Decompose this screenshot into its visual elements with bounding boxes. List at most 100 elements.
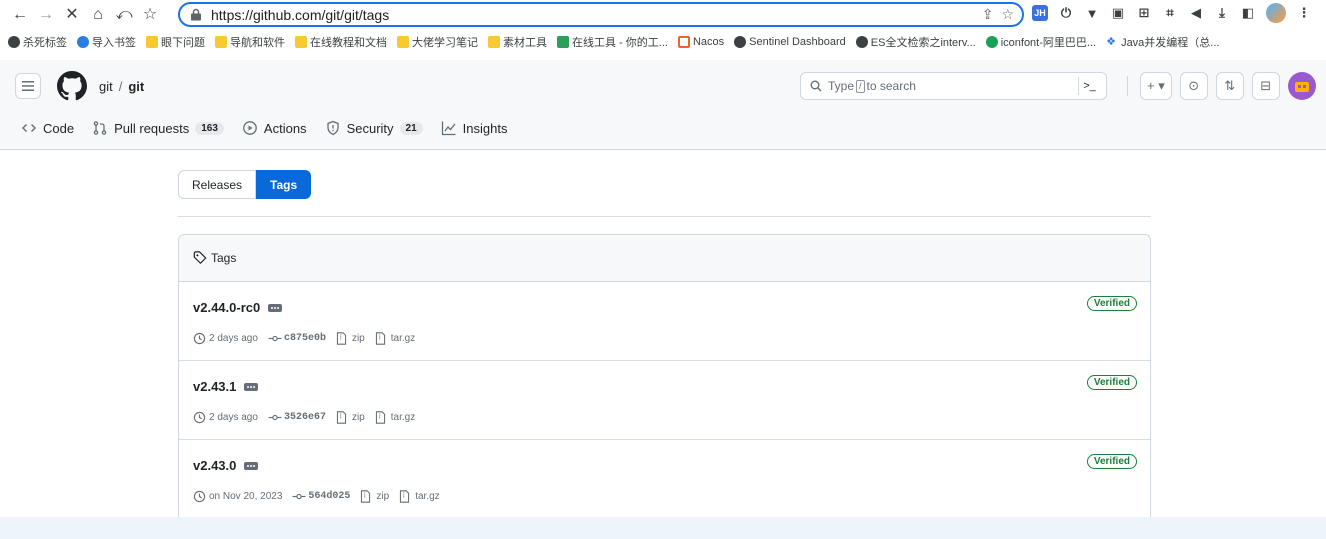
bookmark-item[interactable]: ES全文检索之interv... (855, 34, 976, 50)
folder-icon (215, 36, 227, 48)
extensions-bar: JH ⏻ ▼ ▣ ⊞ ⌗ ◀ ⤓ ◧ ⋮ (1032, 3, 1312, 23)
zip-download-link[interactable]: zip (336, 332, 365, 345)
targz-download-link[interactable]: tar.gz (375, 332, 415, 345)
issues-button[interactable]: ⊙ (1179, 72, 1208, 100)
targz-label: tar.gz (390, 333, 416, 344)
zip-label: zip (351, 333, 365, 344)
releases-toggle-button[interactable]: Releases (178, 170, 257, 199)
bookmark-folder[interactable]: 在线教程和文档 (295, 34, 387, 50)
forward-icon[interactable]: → (35, 4, 57, 26)
tab-label: Security (346, 120, 394, 136)
commit-sha-link[interactable]: c875e0b (284, 333, 326, 344)
file-zip-icon (336, 411, 349, 424)
tab-label: Code (43, 120, 75, 136)
star-icon[interactable]: ☆ (1001, 6, 1014, 23)
show-more-button[interactable] (244, 461, 259, 470)
inbox-icon: ⊟ (1260, 78, 1272, 93)
tab-label: Actions (263, 120, 307, 136)
bookmark-folder[interactable]: 导航和软件 (215, 34, 285, 50)
bookmark-folder[interactable]: 眼下问题 (146, 34, 205, 50)
tag-row: v2.43.1 Verified 2 days ago 3526e67 zip … (179, 361, 1150, 440)
repo-breadcrumb: git / git (99, 79, 144, 94)
speaker-icon[interactable]: ◀ (1188, 5, 1204, 21)
bookmark-item[interactable]: ❖ Java并发编程（总... (1106, 34, 1219, 50)
command-palette-button[interactable]: >_ (1078, 77, 1100, 95)
verified-badge[interactable]: Verified (1086, 454, 1137, 469)
profile-avatar[interactable] (1266, 3, 1286, 23)
bookmark-star-icon[interactable]: ☆ (139, 4, 161, 26)
commit-sha-link[interactable]: 564d025 (308, 491, 350, 502)
zip-download-link[interactable]: zip (336, 411, 365, 424)
pull-requests-header-button[interactable]: ⇅ (1215, 72, 1244, 100)
zip-download-link[interactable]: zip (360, 490, 389, 503)
undo-icon[interactable]: ⤺ (113, 4, 135, 26)
nacos-icon (677, 36, 690, 48)
bookmark-item[interactable]: Nacos (677, 36, 724, 48)
tags-toggle-button[interactable]: Tags (256, 170, 312, 199)
create-new-button[interactable]: + ▾ (1140, 72, 1172, 100)
tab-security[interactable]: Security 21 (325, 120, 423, 136)
bookmark-item[interactable]: Sentinel Dashboard (734, 36, 846, 48)
folder-icon (295, 36, 307, 48)
sidepanel-icon[interactable]: ◧ (1240, 5, 1256, 21)
clock-icon (193, 332, 206, 345)
java-icon: ❖ (1106, 36, 1116, 48)
back-icon[interactable]: ← (9, 4, 31, 26)
tag-name-link[interactable]: v2.43.1 (193, 379, 236, 394)
user-avatar[interactable] (1287, 72, 1316, 100)
address-bar[interactable]: https://github.com/git/git/tags ⇪ ☆ (178, 2, 1024, 27)
home-icon[interactable]: ⌂ (87, 4, 109, 26)
github-logo-icon[interactable] (57, 71, 87, 101)
repo-link[interactable]: git (128, 79, 144, 94)
tag-name-link[interactable]: v2.43.0 (193, 458, 236, 473)
tab-label: Pull requests (114, 120, 190, 136)
repo-tabs: Code Pull requests 163 Actions Security … (21, 120, 525, 136)
file-zip-icon (360, 490, 373, 503)
page-bottom-band (0, 517, 1326, 539)
bookmark-item[interactable]: 在线工具 - 你的工... (557, 34, 668, 50)
show-more-button[interactable] (244, 382, 259, 391)
show-more-button[interactable] (268, 303, 283, 312)
security-counter: 21 (399, 121, 423, 135)
power-icon[interactable]: ⏻ (1058, 5, 1074, 21)
tag-meta: 2 days ago 3526e67 zip tar.gz (193, 411, 425, 424)
verified-badge[interactable]: Verified (1086, 375, 1137, 390)
stop-icon[interactable]: ✕ (61, 4, 83, 26)
crop-icon[interactable]: ⌗ (1162, 5, 1178, 21)
actions-icon (242, 120, 258, 136)
tab-code[interactable]: Code (21, 120, 74, 136)
commit-sha-link[interactable]: 3526e67 (284, 412, 326, 423)
hamburger-menu-button[interactable] (15, 73, 41, 99)
tab-pull-requests[interactable]: Pull requests 163 (92, 120, 224, 136)
tab-insights[interactable]: Insights (441, 120, 507, 136)
targz-download-link[interactable]: tar.gz (375, 411, 415, 424)
bookmark-item[interactable]: 导入书签 (77, 34, 136, 50)
bookmark-item[interactable]: 杀死标签 (8, 34, 67, 50)
verified-badge[interactable]: Verified (1086, 296, 1137, 311)
menu-kebab-icon[interactable]: ⋮ (1296, 5, 1312, 21)
bookmark-folder[interactable]: 大佬学习笔记 (397, 34, 478, 50)
security-icon (325, 120, 341, 136)
targz-download-link[interactable]: tar.gz (399, 490, 440, 503)
code-icon (21, 120, 37, 136)
vue-icon[interactable]: ▼ (1084, 5, 1100, 21)
globe-icon (855, 36, 868, 48)
bookmark-folder[interactable]: 素材工具 (488, 34, 547, 50)
folder-icon (397, 36, 409, 48)
bookmark-item[interactable]: iconfont-阿里巴巴... (985, 34, 1096, 50)
zip-label: zip (376, 491, 390, 502)
tag-name-link[interactable]: v2.44.0-rc0 (193, 300, 260, 315)
commit-icon (268, 411, 282, 424)
url-text: https://github.com/git/git/tags (211, 6, 390, 23)
pull-request-icon: ⇅ (1224, 78, 1236, 93)
robot-icon[interactable]: ▣ (1110, 5, 1126, 21)
jh-icon[interactable]: JH (1032, 5, 1048, 21)
inbox-button[interactable]: ⊟ (1251, 72, 1280, 100)
tab-actions[interactable]: Actions (242, 120, 307, 136)
search-input[interactable]: Type / to search >_ (800, 72, 1107, 100)
grid-icon[interactable]: ⊞ (1136, 5, 1152, 21)
owner-link[interactable]: git (99, 79, 113, 94)
share-icon[interactable]: ⇪ (982, 6, 994, 23)
file-zip-icon (375, 332, 388, 345)
download-icon[interactable]: ⤓ (1214, 5, 1230, 21)
